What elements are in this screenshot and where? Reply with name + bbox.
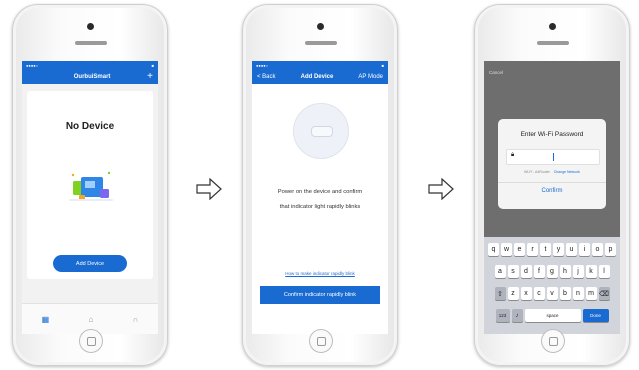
plus-icon[interactable]: +	[147, 71, 153, 82]
key[interactable]: k	[585, 265, 597, 278]
text-caret	[553, 153, 554, 161]
instruction-line-2: that indicator light rapidly blinks	[279, 204, 361, 210]
header-bar: ●●●●○ ■ < Back Add Device AP Mode	[252, 61, 388, 84]
key[interactable]: t	[540, 243, 551, 256]
key[interactable]: f	[533, 265, 545, 278]
key[interactable]: o	[592, 243, 603, 256]
key[interactable]: d	[520, 265, 532, 278]
home-button[interactable]	[309, 329, 333, 353]
home-button[interactable]	[79, 329, 103, 353]
backspace-icon[interactable]: ⌫	[598, 287, 610, 300]
screen-device-list: ●●●●○ ■ OurbuiSmart + No Device Add Devic…	[22, 61, 158, 334]
key[interactable]: h	[559, 265, 571, 278]
profile-tab-icon: ∩	[132, 314, 139, 324]
right-arrow-icon	[428, 178, 454, 200]
keyboard-row-4: 123 ♪ space Done	[484, 309, 620, 322]
screen-add-device: ●●●●○ ■ < Back Add Device AP Mode Power o…	[252, 61, 388, 334]
camera	[317, 23, 324, 30]
key[interactable]: l	[598, 265, 610, 278]
navbar: OurbuiSmart +	[22, 69, 158, 84]
phone-frame-2: ●●●●○ ■ < Back Add Device AP Mode Power o…	[242, 4, 398, 366]
mic-icon[interactable]: ♪	[511, 309, 523, 322]
network-name: Wi-Fi : A4Router	[524, 170, 550, 174]
key[interactable]: c	[533, 287, 545, 300]
key[interactable]: p	[605, 243, 616, 256]
navbar: < Back Add Device AP Mode	[252, 69, 388, 84]
lock-icon: 🔒︎	[511, 152, 515, 158]
key[interactable]: a	[494, 265, 506, 278]
home-button[interactable]	[541, 329, 565, 353]
header-bar: ●●●●○ ■ OurbuiSmart +	[22, 61, 158, 84]
device-light-illustration	[293, 103, 349, 159]
back-button[interactable]: < Back	[257, 74, 276, 80]
page-title: Add Device	[300, 73, 334, 80]
key[interactable]: n	[572, 287, 584, 300]
tab-home[interactable]: ▦	[42, 315, 50, 324]
help-link[interactable]: How to make indicator rapidly blink	[252, 271, 388, 276]
key[interactable]: x	[520, 287, 532, 300]
key[interactable]: i	[579, 243, 590, 256]
key[interactable]: v	[546, 287, 558, 300]
wifi-dialog: Enter Wi-Fi Password 🔒︎ Wi-Fi : A4Router…	[498, 119, 606, 209]
ap-mode-button[interactable]: AP Mode	[358, 74, 383, 80]
screen-wifi-password: Cancel Enter Wi-Fi Password 🔒︎ Wi-Fi : A…	[484, 61, 620, 334]
add-device-button[interactable]: Add Device	[53, 255, 127, 272]
status-bar: ●●●●○ ■	[26, 62, 154, 68]
phone-frame-1: ●●●●○ ■ OurbuiSmart + No Device Add Devic…	[12, 4, 168, 366]
key[interactable]: y	[553, 243, 564, 256]
keyboard-row-1: q w e r t y u i o p	[484, 243, 620, 256]
divider	[498, 182, 606, 183]
device-illustration	[69, 171, 113, 201]
dialog-title: Enter Wi-Fi Password	[520, 131, 584, 138]
confirm-button[interactable]: Confirm	[498, 188, 606, 194]
change-network-link[interactable]: Change Network	[554, 170, 580, 174]
network-row: Wi-Fi : A4Router Change Network	[498, 170, 606, 174]
cancel-button[interactable]: Cancel	[489, 70, 503, 75]
empty-state-card: No Device Add Device	[27, 91, 153, 279]
key[interactable]: z	[507, 287, 519, 300]
done-key[interactable]: Done	[582, 309, 609, 322]
keyboard-row-2: a s d f g h j k l	[484, 265, 620, 278]
key[interactable]: s	[507, 265, 519, 278]
instruction-text: Power on the device and confirm that ind…	[258, 185, 382, 215]
speaker	[75, 41, 107, 45]
camera	[549, 23, 556, 30]
key[interactable]: g	[546, 265, 558, 278]
key[interactable]: q	[488, 243, 499, 256]
key[interactable]: m	[585, 287, 597, 300]
numbers-key[interactable]: 123	[495, 309, 510, 322]
right-arrow-icon	[196, 178, 222, 200]
speaker	[305, 41, 337, 45]
keyboard-row-3: ⇧ z x c v b n m ⌫	[484, 287, 620, 300]
key[interactable]: e	[514, 243, 525, 256]
key[interactable]: u	[566, 243, 577, 256]
scene-tab-icon: ⌂	[88, 314, 94, 324]
instruction-line-1: Power on the device and confirm	[277, 189, 363, 195]
phone-frame-3: Cancel Enter Wi-Fi Password 🔒︎ Wi-Fi : A…	[474, 4, 630, 366]
home-tab-icon: ▦	[41, 314, 50, 324]
tab-scene[interactable]: ⌂	[88, 315, 93, 324]
empty-title: No Device	[65, 121, 115, 132]
shift-icon[interactable]: ⇧	[494, 287, 506, 300]
space-key[interactable]: space	[524, 309, 581, 322]
key[interactable]: r	[527, 243, 538, 256]
key[interactable]: b	[559, 287, 571, 300]
password-field[interactable]: 🔒︎	[506, 149, 600, 165]
keyboard: q w e r t y u i o p a s d f g h j k l ⇧ …	[484, 237, 620, 334]
speaker	[537, 41, 569, 45]
confirm-blink-button[interactable]: Confirm indicator rapidly blink	[260, 286, 380, 304]
app-title: OurbuiSmart	[73, 73, 111, 80]
status-bar: ●●●●○ ■	[256, 62, 384, 68]
key[interactable]: w	[501, 243, 512, 256]
camera	[87, 23, 94, 30]
key[interactable]: j	[572, 265, 584, 278]
tab-profile[interactable]: ∩	[133, 315, 139, 324]
